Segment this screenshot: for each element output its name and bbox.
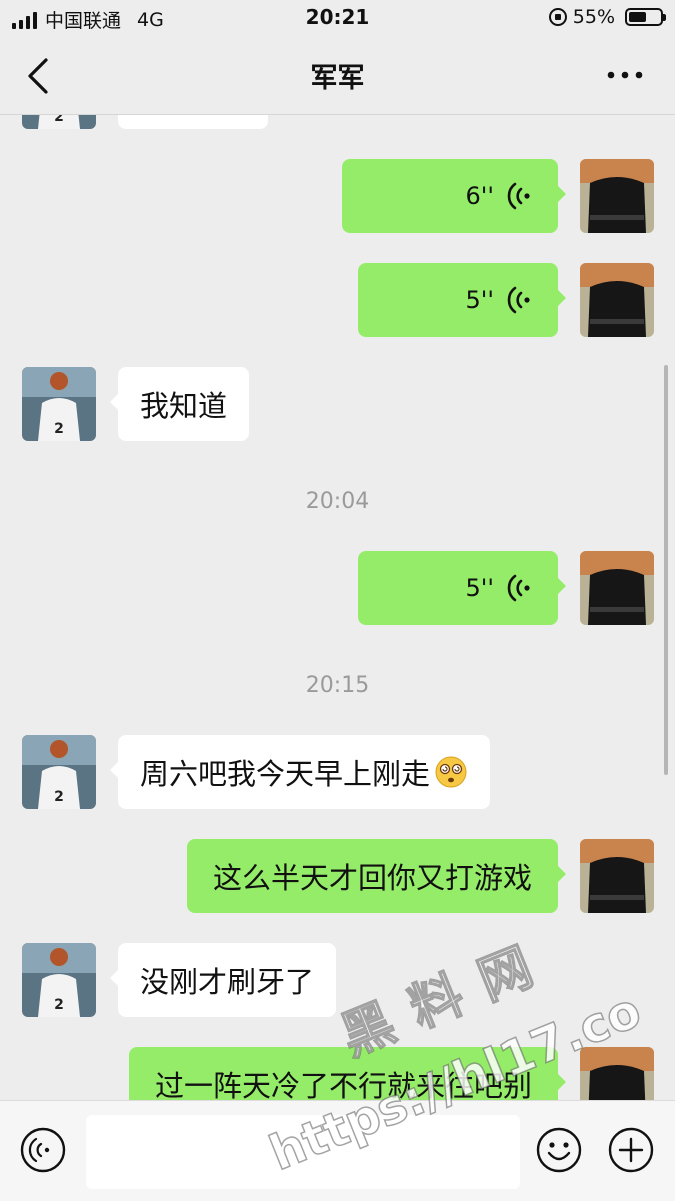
status-right: 55% bbox=[548, 6, 666, 28]
battery-icon bbox=[625, 8, 666, 26]
voice-wave-icon bbox=[507, 182, 530, 210]
my-avatar[interactable] bbox=[580, 551, 654, 625]
contact-avatar[interactable]: 2 bbox=[22, 943, 96, 1017]
dizzy-face-emoji bbox=[435, 756, 467, 788]
svg-text:2: 2 bbox=[54, 789, 64, 805]
voice-wave-icon bbox=[507, 574, 530, 602]
smiley-icon[interactable] bbox=[536, 1127, 582, 1173]
chat-area[interactable]: 2 6'' 5'' 2 我知道 20:04 5'' 20:15 2 周六吧我今天… bbox=[0, 115, 675, 1100]
svg-text:2: 2 bbox=[54, 421, 64, 437]
message-bubble[interactable]: 周六吧我今天早上刚走 bbox=[109, 735, 491, 809]
voice-message-bubble[interactable]: 5'' bbox=[358, 551, 566, 625]
message-bubble[interactable]: 这么半天才回你又打游戏 bbox=[186, 839, 567, 913]
more-dots-icon[interactable] bbox=[605, 60, 645, 90]
chat-title: 军军 bbox=[310, 63, 365, 94]
svg-text:2: 2 bbox=[54, 997, 64, 1013]
my-avatar[interactable] bbox=[580, 839, 654, 913]
my-avatar[interactable] bbox=[580, 159, 654, 233]
voice-wave-icon bbox=[507, 286, 530, 314]
status-bar: 中国联通 4G 20:21 55% bbox=[0, 0, 675, 38]
voice-duration: 5'' bbox=[465, 286, 494, 314]
message-bubble[interactable]: 我知道 bbox=[109, 367, 250, 441]
contact-avatar[interactable]: 2 bbox=[22, 115, 96, 129]
contact-avatar[interactable]: 2 bbox=[22, 735, 96, 809]
nav-bar: 军军 bbox=[0, 38, 675, 115]
message-text: 周六吧我今天早上刚走 bbox=[140, 757, 431, 791]
voice-duration: 5'' bbox=[465, 574, 494, 602]
orientation-lock-icon bbox=[548, 8, 567, 26]
svg-text:2: 2 bbox=[54, 115, 64, 125]
chat-scrollbar[interactable] bbox=[664, 365, 668, 775]
voice-duration: 6'' bbox=[465, 182, 494, 210]
plus-circle-icon[interactable] bbox=[608, 1127, 654, 1173]
voice-message-bubble[interactable]: 5'' bbox=[358, 263, 566, 337]
voice-mode-icon[interactable] bbox=[20, 1127, 66, 1173]
voice-message-bubble[interactable]: 6'' bbox=[342, 159, 566, 233]
my-avatar[interactable] bbox=[580, 263, 654, 337]
battery-percent: 55% bbox=[572, 6, 615, 28]
message-timestamp: 20:15 bbox=[305, 673, 370, 698]
contact-avatar[interactable]: 2 bbox=[22, 367, 96, 441]
message-bubble[interactable] bbox=[118, 115, 268, 129]
message-bubble[interactable]: 没刚才刷牙了 bbox=[109, 943, 337, 1017]
message-timestamp: 20:04 bbox=[305, 489, 370, 514]
